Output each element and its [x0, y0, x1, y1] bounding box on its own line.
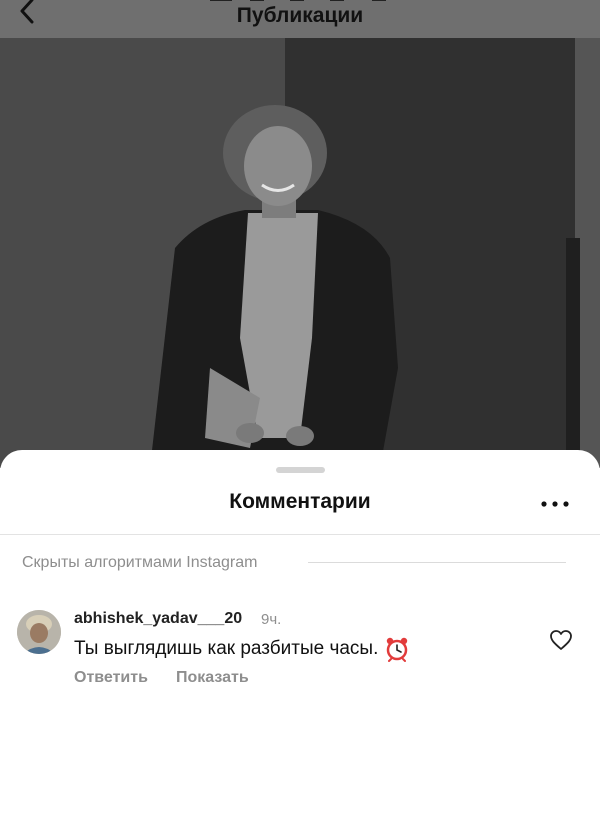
- sheet-drag-handle[interactable]: [276, 467, 325, 473]
- hidden-username-fragment: [210, 0, 386, 1]
- hidden-comments-notice: Скрыты алгоритмами Instagram: [22, 554, 258, 571]
- comment-body: Ты выглядишь как разбитые часы.: [74, 636, 410, 662]
- comments-sheet: Комментарии Скрыты алгоритмами Instagram…: [0, 450, 600, 825]
- more-horizontal-icon: [541, 501, 569, 507]
- post-photo: [0, 38, 600, 468]
- reply-button[interactable]: Ответить: [74, 669, 148, 687]
- hidden-notice-line: [308, 562, 566, 563]
- avatar[interactable]: [17, 610, 61, 654]
- comment-timestamp: 9ч.: [261, 611, 282, 628]
- comments-title: Комментарии: [229, 490, 371, 513]
- alarm-clock-icon: [387, 637, 408, 662]
- top-bar: Публикации: [0, 0, 600, 38]
- show-comment-button[interactable]: Показать: [176, 669, 249, 687]
- comment-text: Ты выглядишь как разбитые часы.: [74, 638, 379, 659]
- comment-username[interactable]: abhishek_yadav___20: [74, 610, 242, 628]
- page-title: Публикации: [236, 4, 364, 27]
- heart-outline-icon: [550, 630, 572, 650]
- header-divider: [0, 534, 600, 535]
- more-options-button[interactable]: [538, 492, 572, 516]
- like-comment-button[interactable]: [549, 629, 573, 651]
